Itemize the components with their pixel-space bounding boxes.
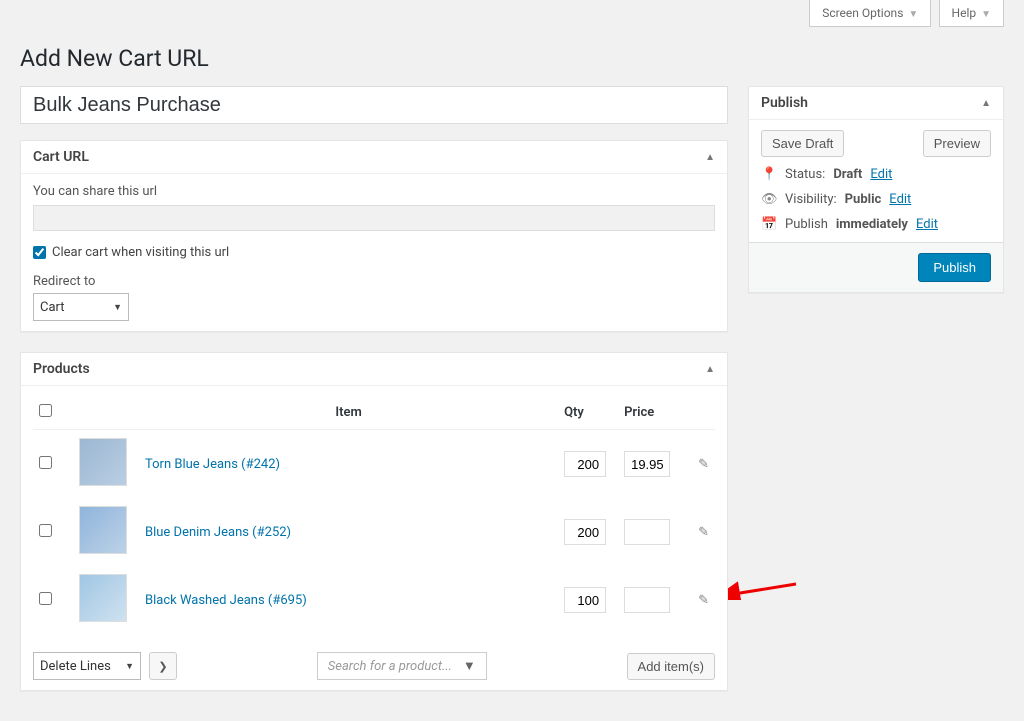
row-checkbox[interactable] [39,592,52,605]
price-input[interactable] [624,451,670,477]
product-link[interactable]: Torn Blue Jeans (#242) [145,457,280,472]
clear-cart-label: Clear cart when visiting this url [52,245,229,260]
chevron-down-icon: ▼ [981,9,991,20]
price-input[interactable] [624,519,670,545]
row-checkbox[interactable] [39,524,52,537]
calendar-icon: 📅 [761,217,777,232]
clear-cart-row[interactable]: Clear cart when visiting this url [33,245,715,260]
collapse-toggle[interactable]: ▲ [705,364,715,375]
product-link[interactable]: Black Washed Jeans (#695) [145,593,307,608]
chevron-down-icon: ▼ [125,661,134,672]
search-product-select[interactable]: Search for a product... ▼ [317,652,487,680]
delete-lines-label: Delete Lines [40,659,111,674]
cart-url-title-input[interactable] [20,86,728,124]
schedule-value: immediately [836,217,908,232]
publish-heading: Publish [761,95,808,111]
product-thumbnail [79,438,127,486]
table-row: Blue Denim Jeans (#252) ✎ [33,498,715,566]
status-value: Draft [833,167,862,182]
screen-options-tab[interactable]: Screen Options ▼ [809,0,931,27]
edit-schedule-link[interactable]: Edit [916,217,938,232]
edit-visibility-link[interactable]: Edit [889,192,911,207]
qty-input[interactable] [564,519,606,545]
preview-button[interactable]: Preview [923,130,991,157]
delete-lines-select[interactable]: Delete Lines ▼ [33,652,141,680]
clear-cart-checkbox[interactable] [33,246,46,259]
collapse-toggle[interactable]: ▲ [981,98,991,109]
qty-input[interactable] [564,451,606,477]
qty-input[interactable] [564,587,606,613]
save-draft-button[interactable]: Save Draft [761,130,844,157]
chevron-right-icon: ❯ [158,660,167,673]
products-table: Item Qty Price Torn Blue Jeans (#242) [33,396,715,634]
share-url-label: You can share this url [33,184,715,199]
table-row: Torn Blue Jeans (#242) ✎ [33,430,715,499]
row-checkbox[interactable] [39,456,52,469]
redirect-label: Redirect to [33,274,715,289]
page-title: Add New Cart URL [20,45,1004,72]
screen-options-label: Screen Options [822,6,903,20]
chevron-down-icon: ▼ [113,302,122,313]
select-all-checkbox[interactable] [39,404,52,417]
redirect-value: Cart [40,300,65,315]
product-thumbnail [79,506,127,554]
pencil-icon[interactable]: ✎ [698,457,709,472]
status-label: Status: [785,167,825,182]
help-label: Help [952,6,977,20]
schedule-prefix: Publish [785,217,828,232]
col-qty: Qty [558,396,618,430]
price-input[interactable] [624,587,670,613]
cart-url-box: Cart URL ▲ You can share this url Clear … [20,140,728,332]
product-link[interactable]: Blue Denim Jeans (#252) [145,525,291,540]
cart-url-heading: Cart URL [33,149,89,165]
chevron-down-icon: ▼ [908,9,918,20]
visibility-value: Public [845,192,882,207]
collapse-toggle[interactable]: ▲ [705,152,715,163]
redirect-select[interactable]: Cart ▼ [33,293,129,321]
products-box: Products ▲ Item Qty Price [20,352,728,691]
help-tab[interactable]: Help ▼ [939,0,1004,27]
product-thumbnail [79,574,127,622]
eye-icon: 👁 [761,192,777,207]
table-row: Black Washed Jeans (#695) ✎ [33,566,715,634]
run-bulk-action-button[interactable]: ❯ [149,652,177,680]
publish-button[interactable]: Publish [918,253,991,282]
products-heading: Products [33,361,90,377]
visibility-label: Visibility: [785,192,837,207]
cart-url-field[interactable] [33,205,715,231]
pencil-icon[interactable]: ✎ [698,525,709,540]
add-items-button[interactable]: Add item(s) [627,653,715,680]
chevron-down-icon: ▼ [463,658,476,674]
pencil-icon[interactable]: ✎ [698,593,709,608]
edit-status-link[interactable]: Edit [870,167,892,182]
pin-icon: 📍 [761,167,777,182]
search-product-placeholder: Search for a product... [328,659,452,674]
publish-box: Publish ▲ Save Draft Preview 📍 Status: D… [748,86,1004,293]
col-price: Price [618,396,688,430]
col-item: Item [139,396,558,430]
